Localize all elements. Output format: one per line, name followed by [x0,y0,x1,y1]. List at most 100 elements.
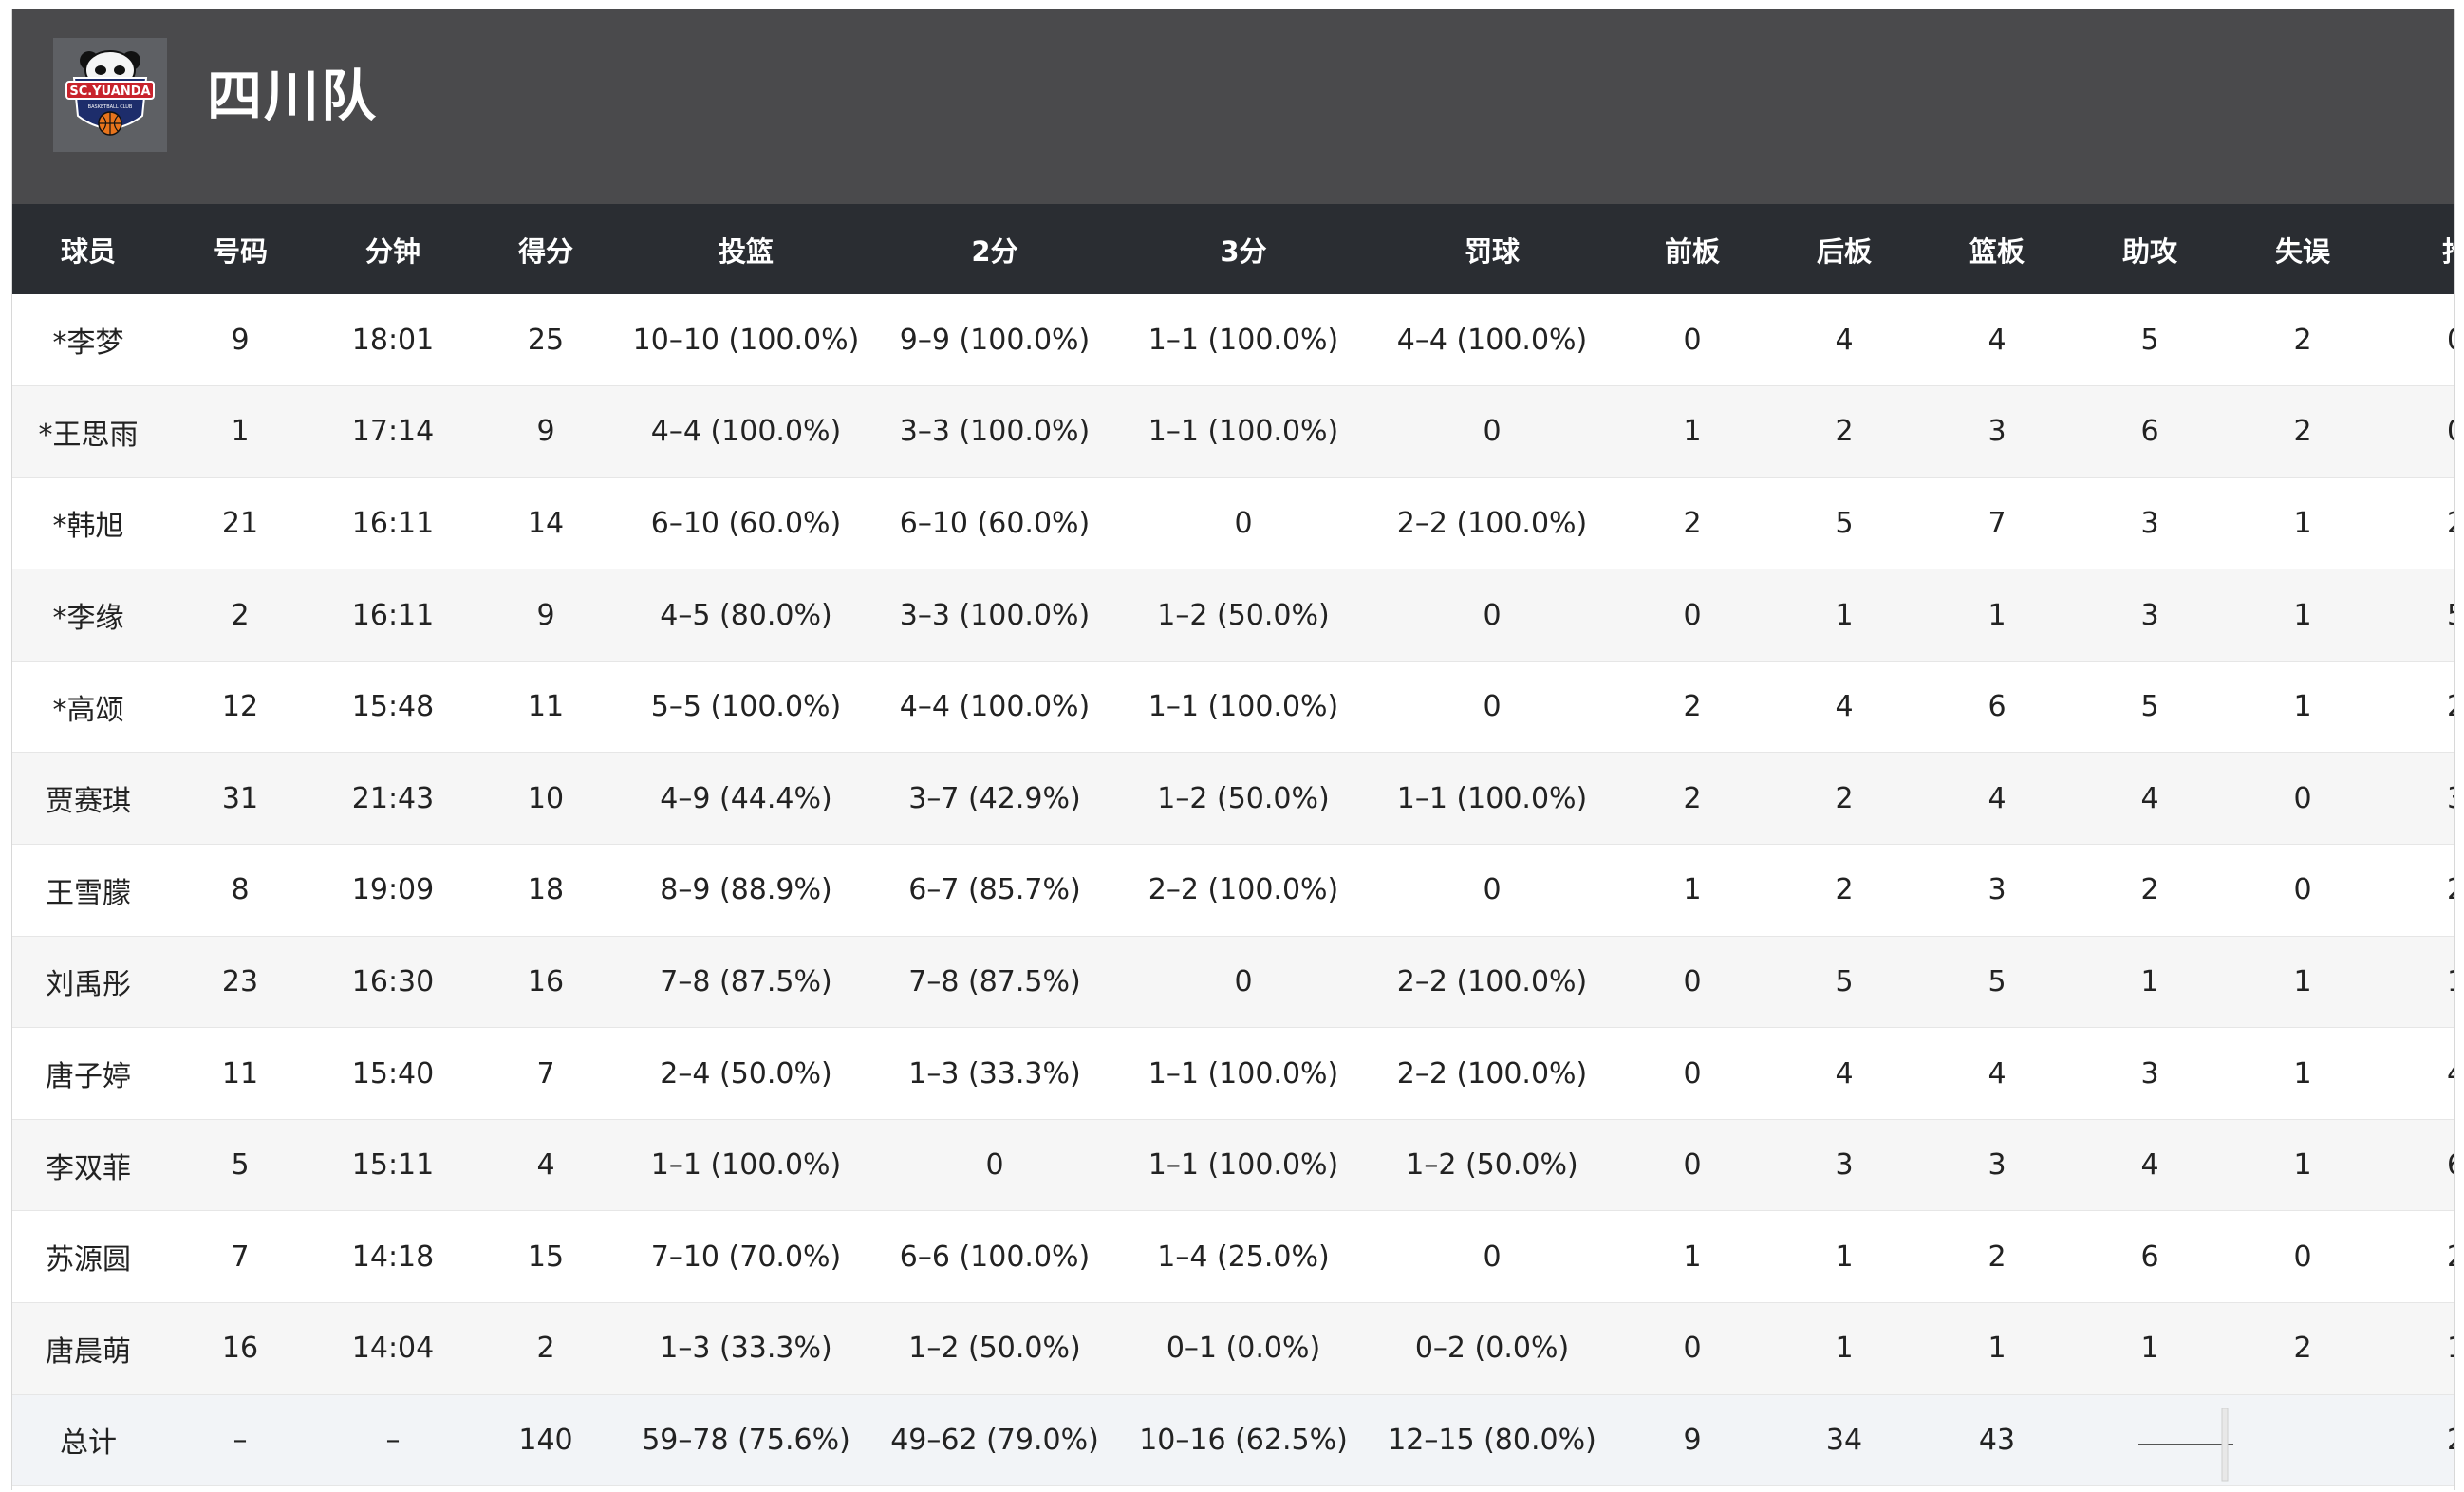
cell-oreb: 2 [1683,506,1702,540]
cell-ast: 4 [2140,781,2159,815]
cell-tov: 0 [2293,873,2312,907]
col-header-player[interactable]: 球员 [12,204,164,294]
cell-minutes: 14:04 [351,1332,435,1366]
cell-minutes: 15:48 [351,690,435,724]
table-row[interactable]: *王思雨 1 17:14 9 4–4 (100.0%) 3–3 (100.0%) 1–1 (… [12,385,2454,478]
table-row[interactable]: 王雪朦 8 19:09 18 8–9 (88.9%) 6–7 (85.7%) 2–2 (10… [12,844,2454,937]
cell-points: 4 [536,1148,555,1183]
cell-2pt: 6–7 (85.7%) [908,873,1081,907]
cell-dreb: 4 [1835,1056,1854,1091]
cell-number: 11 [221,1056,259,1091]
cell-points: 14 [527,506,565,540]
cell-number: 9 [231,323,250,357]
cell-ast: 6 [2140,1240,2159,1274]
table-row[interactable]: 唐子婷 11 15:40 7 2–4 (50.0%) 1–3 (33.3%) 1–1 (10… [12,1027,2454,1120]
cell-dreb: 5 [1835,506,1854,540]
cell-dreb: 3 [1835,1148,1854,1183]
table-row[interactable]: *李梦 9 18:01 25 10–10 (100.0%) 9–9 (100.0%) 1–1… [12,294,2454,386]
cell-number: 8 [231,873,250,907]
cell-points: 18 [527,873,565,907]
cell-3pt: 1–1 (100.0%) [1148,690,1339,724]
cell-2pt: 7–8 (87.5%) [908,964,1081,998]
cell-dreb: 2 [1835,781,1854,815]
col-header-ft[interactable]: 罚球 [1368,204,1616,294]
cell-fg: 8–9 (88.9%) [660,873,832,907]
cell-ft: 4–4 (100.0%) [1396,323,1588,357]
total-cell-number: – [233,1423,248,1457]
cell-dreb: 1 [1835,1240,1854,1274]
cell-ft: 0 [1483,690,1502,724]
col-header-fg[interactable]: 投篮 [622,204,870,294]
cell-reb: 4 [1988,323,2007,357]
cell-minutes: 17:14 [351,415,435,449]
cell-dreb: 2 [1835,873,1854,907]
cell-oreb: 0 [1683,598,1702,632]
table-row[interactable]: *李缘 2 16:11 9 4–5 (80.0%) 3–3 (100.0%) 1–2 (50… [12,569,2454,662]
cell-points: 25 [527,323,565,357]
cell-ast: 3 [2140,506,2159,540]
cell-stl: 2 [2380,1211,2454,1303]
col-header-minutes[interactable]: 分钟 [316,204,470,294]
cell-2pt: 1–2 (50.0%) [908,1332,1081,1366]
table-row[interactable]: 李双菲 5 15:11 4 1–1 (100.0%) 0 1–1 (100.0%) 1–2 (… [12,1119,2454,1211]
team-stats-card: SC.YUANDA BASKETBALL CLUB 四川队 球员 号码 分钟 得… [11,9,2455,1490]
cell-stl: 0 [2380,386,2454,478]
cell-oreb: 1 [1683,1240,1702,1274]
cell-minutes: 15:40 [351,1056,435,1091]
col-header-tov[interactable]: 失误 [2226,204,2380,294]
cell-fg: 4–5 (80.0%) [660,598,832,632]
cell-ft: 2–2 (100.0%) [1396,964,1588,998]
cell-oreb: 2 [1683,690,1702,724]
cell-fg: 6–10 (60.0%) [650,506,842,540]
cell-reb: 6 [1988,690,2007,724]
col-header-oreb[interactable]: 前板 [1616,204,1768,294]
col-header-ast[interactable]: 助攻 [2074,204,2226,294]
col-header-3pt[interactable]: 3分 [1119,204,1368,294]
table-row[interactable]: *高颂 12 15:48 11 5–5 (100.0%) 4–4 (100.0%) 1–1 … [12,661,2454,753]
total-cell-2pt: 49–62 (79.0%) [890,1423,1099,1457]
cell-tov: 0 [2293,781,2312,815]
col-header-reb[interactable]: 篮板 [1920,204,2074,294]
cell-ft: 2–2 (100.0%) [1396,1056,1588,1091]
cell-stl: 2 [2380,477,2454,569]
cell-3pt: 1–2 (50.0%) [1157,781,1330,815]
cell-tov: 1 [2293,598,2312,632]
cell-stl: 4 [2380,1028,2454,1120]
cell-oreb: 1 [1683,415,1702,449]
cell-dreb: 4 [1835,323,1854,357]
col-header-stl[interactable]: 抢 [2380,204,2454,294]
cell-player: *韩旭 [52,510,124,544]
cell-player: *李梦 [52,326,124,361]
col-header-number[interactable]: 号码 [164,204,316,294]
table-row[interactable]: *韩旭 21 16:11 14 6–10 (60.0%) 6–10 (60.0%) 0 2–2… [12,477,2454,569]
table-row[interactable]: 唐晨萌 16 14:04 2 1–3 (33.3%) 1–2 (50.0%) 0–1 (0.… [12,1302,2454,1395]
cell-dreb: 2 [1835,415,1854,449]
team-header: SC.YUANDA BASKETBALL CLUB 四川队 [12,9,2454,204]
cell-3pt: 1–1 (100.0%) [1148,1056,1339,1091]
team-logo: SC.YUANDA BASKETBALL CLUB [53,38,167,152]
box-score-table-wrap[interactable]: 球员 号码 分钟 得分 投篮 2分 3分 罚球 前板 后板 篮板 助攻 失误 抢… [12,204,2454,1486]
table-row[interactable]: 苏源圆 7 14:18 15 7–10 (70.0%) 6–6 (100.0%) 1–4 (… [12,1210,2454,1303]
col-header-dreb[interactable]: 后板 [1768,204,1920,294]
cell-player: 王雪朦 [46,876,131,910]
cell-2pt: 3–3 (100.0%) [899,415,1091,449]
cell-stl: 6 [2380,1119,2454,1211]
team-name: 四川队 [207,64,379,128]
cell-2pt: 1–3 (33.3%) [908,1056,1081,1091]
cell-fg: 1–3 (33.3%) [660,1332,832,1366]
cell-number: 23 [221,964,259,998]
cell-3pt: 1–4 (25.0%) [1157,1240,1330,1274]
col-header-2pt[interactable]: 2分 [870,204,1119,294]
team-logo-icon: SC.YUANDA BASKETBALL CLUB [65,50,155,136]
cell-reb: 1 [1988,1332,2007,1366]
cell-reb: 1 [1988,598,2007,632]
logo-text: SC.YUANDA [69,84,150,99]
table-body: *李梦 9 18:01 25 10–10 (100.0%) 9–9 (100.0%) 1–1… [12,294,2454,1486]
table-row[interactable]: 刘禹彤 23 16:30 16 7–8 (87.5%) 7–8 (87.5%) 0 2–2 (… [12,936,2454,1028]
cell-dreb: 4 [1835,690,1854,724]
cell-minutes: 18:01 [351,323,435,357]
col-header-points[interactable]: 得分 [470,204,622,294]
table-row[interactable]: 贾赛琪 31 21:43 10 4–9 (44.4%) 3–7 (42.9%) 1–2 (5… [12,752,2454,845]
box-score-table: 球员 号码 分钟 得分 投篮 2分 3分 罚球 前板 后板 篮板 助攻 失误 抢… [12,204,2454,1486]
cell-2pt: 3–7 (42.9%) [908,781,1081,815]
